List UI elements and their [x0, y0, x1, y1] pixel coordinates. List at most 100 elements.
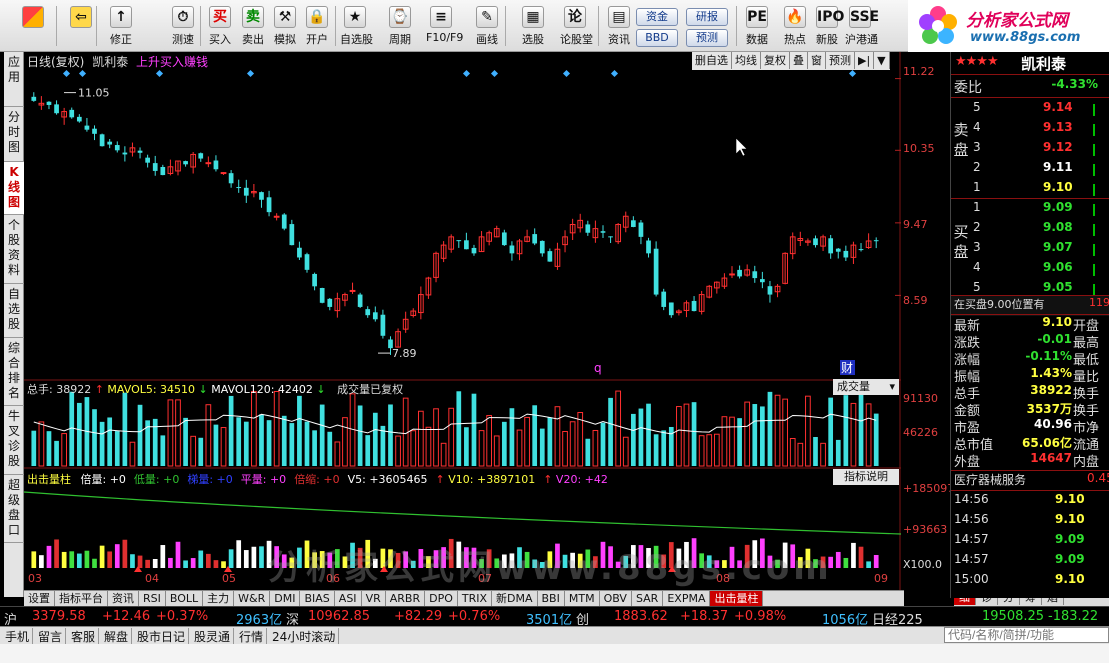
candle-body [236, 187, 242, 189]
research-report-button[interactable]: 研报 [686, 8, 728, 26]
leftnav-item[interactable]: K线图 [4, 162, 24, 215]
chart-tool-button[interactable]: ▶| [855, 52, 875, 69]
indicator-tab[interactable]: ASI [335, 591, 362, 606]
back-arrow-button[interactable]: ⇦ [66, 4, 96, 50]
hotspot-button[interactable]: 🔥 热点 [780, 4, 810, 50]
tick-row: 14:56 9.10 [951, 492, 1109, 512]
indicator-tab[interactable]: EXPMA [663, 591, 711, 606]
f10-button[interactable]: ≡ F10/F9 [426, 4, 463, 50]
volume-bar [547, 417, 553, 466]
period-label[interactable]: 日线(复权) [27, 55, 84, 69]
sell-button[interactable]: 卖卖出 [238, 4, 268, 50]
ask-price[interactable]: 9.13 [1043, 120, 1073, 134]
indicator-tab[interactable]: 指标平台 [55, 591, 108, 606]
forum-button[interactable]: 论论股堂 [560, 4, 593, 50]
chart-tool-button[interactable]: 均线 [732, 52, 761, 69]
bid-price[interactable]: 9.05 [1043, 280, 1073, 294]
forecast-button[interactable]: 预测 [686, 29, 728, 47]
bid-price[interactable]: 9.06 [1043, 260, 1073, 274]
leftnav-item[interactable]: 个股资料 [4, 215, 24, 284]
candle-body [365, 309, 371, 316]
ask-price[interactable]: 9.14 [1043, 100, 1073, 114]
bottom-link[interactable]: 股灵通 [191, 628, 235, 645]
ask-price[interactable]: 9.10 [1043, 180, 1073, 194]
kline-chart-area[interactable]: 11.05 7.89 q 财 [24, 52, 901, 590]
bbd-button[interactable]: BBD [636, 29, 678, 47]
period-button[interactable]: ⌚ 周期 [385, 4, 415, 50]
chart-tool-button[interactable]: 复权 [761, 52, 790, 69]
ask-volume-bar [1093, 164, 1095, 176]
tick-price: 9.10 [1055, 512, 1085, 526]
signal-marker [562, 69, 571, 78]
draw-line-button[interactable]: ✎ 画线 [472, 4, 502, 50]
grid-button[interactable] [18, 4, 48, 50]
chart-tool-button[interactable]: 叠 [790, 52, 808, 69]
indicator-tab[interactable]: MTM [565, 591, 600, 606]
sector-name: 医疗器械服务 [954, 473, 1027, 487]
bid-price[interactable]: 9.08 [1043, 220, 1073, 234]
bottom-link[interactable]: 客服 [68, 628, 100, 645]
indicator-tab[interactable]: DMI [270, 591, 301, 606]
bid-price[interactable]: 9.07 [1043, 240, 1073, 254]
leftnav-item[interactable]: 分时图 [4, 107, 24, 162]
indicator-explain-button[interactable]: 指标说明 [833, 469, 899, 485]
indicator-tab[interactable]: 资讯 [108, 591, 139, 606]
chart-tool-button[interactable]: ▼ [874, 52, 890, 69]
ask-price[interactable]: 9.11 [1043, 160, 1073, 174]
volume-indicator-select[interactable]: 成交量 ▾ [833, 379, 899, 395]
search-input[interactable] [944, 627, 1109, 643]
indicator-tab[interactable]: OBV [600, 591, 632, 606]
chart-tool-button[interactable]: 删自选 [692, 52, 732, 69]
indicator-tab[interactable]: TRIX [458, 591, 493, 606]
toolbar-divider [505, 6, 506, 46]
capital-button[interactable]: 资金 [636, 8, 678, 26]
indicator-tab[interactable]: SAR [632, 591, 664, 606]
ask-volume-bar [1093, 184, 1095, 196]
indicator-tab[interactable]: VR [362, 591, 386, 606]
bottom-link[interactable]: 24小时滚动 [269, 628, 340, 645]
data-button[interactable]: PE 数据 [742, 4, 772, 50]
bid-price[interactable]: 9.09 [1043, 200, 1073, 214]
indicator-tab[interactable]: BIAS [300, 591, 335, 606]
low-price-label: 7.89 [392, 347, 417, 360]
volume-bar [608, 397, 613, 466]
indicator-tab[interactable]: 新DMA [492, 591, 538, 606]
indicator-tab[interactable]: W&R [234, 591, 271, 606]
watchlist-button[interactable]: ★ 自选股 [340, 4, 373, 50]
leftnav-item[interactable]: 应用 [4, 52, 24, 107]
ipo-button[interactable]: IPO 新股 [812, 4, 844, 50]
bottom-link[interactable]: 股市日记 [134, 628, 190, 645]
leftnav-item[interactable]: 自选股 [4, 284, 24, 338]
lock-button[interactable]: 🔒 开户 [302, 4, 332, 50]
bottom-link[interactable]: 留言 [35, 628, 67, 645]
sector-row[interactable]: 医疗器械服务 0.45 [951, 471, 1109, 491]
chart-tool-button[interactable]: 预测 [826, 52, 855, 69]
chart-tool-button[interactable]: 窗 [808, 52, 826, 69]
bottom-link[interactable]: 行情 [236, 628, 268, 645]
indicator-tab[interactable]: 设置 [24, 591, 55, 606]
indicator-tab[interactable]: 出击量柱 [710, 591, 764, 606]
speed-test-button[interactable]: ⏱ 测速 [168, 4, 198, 50]
indicator-tab[interactable]: RSI [139, 591, 166, 606]
simulate-button[interactable]: ⚒ 模拟 [270, 4, 300, 50]
indicator-bar [54, 539, 59, 568]
buy-button[interactable]: 买买入 [205, 4, 235, 50]
bottom-link[interactable]: 解盘 [101, 628, 133, 645]
indicator-tab[interactable]: BBI [538, 591, 565, 606]
leftnav-item[interactable]: 综合排名 [4, 338, 24, 406]
news-button[interactable]: ▤ 资讯 [604, 4, 634, 50]
ask-price[interactable]: 9.12 [1043, 140, 1073, 154]
indicator-tab[interactable]: DPO [425, 591, 458, 606]
indicator-tab[interactable]: 主力 [203, 591, 235, 606]
volume-axis-label: 46226 [903, 426, 938, 439]
hk-connect-button[interactable]: SSE 沪港通 [845, 4, 879, 50]
indicator-tab[interactable]: ARBR [386, 591, 426, 606]
bottom-link[interactable]: 手机 [2, 628, 34, 645]
volume-bar [858, 394, 864, 466]
indicator-tab[interactable]: BOLL [166, 591, 204, 606]
adjust-button[interactable]: ↑ 修正 [106, 4, 136, 50]
leftnav-item[interactable]: 牛叉诊股 [4, 406, 24, 475]
stock-screen-button[interactable]: ▦ 选股 [518, 4, 548, 50]
candle-body [471, 247, 477, 254]
leftnav-item[interactable]: 超级盘口 [4, 475, 24, 543]
